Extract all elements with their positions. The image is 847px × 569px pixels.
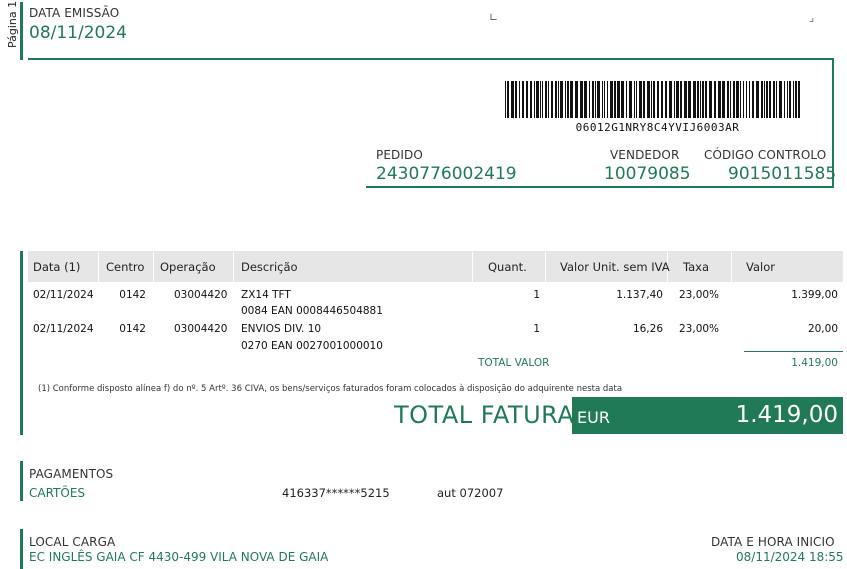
corner-mark-right: ⌟ bbox=[809, 11, 815, 24]
loading-accent-bar bbox=[20, 529, 23, 569]
order-value: 2430776002419 bbox=[376, 164, 517, 184]
col-header-description: Descrição bbox=[241, 260, 298, 274]
column-separator bbox=[153, 252, 154, 282]
seller-value: 10079085 bbox=[604, 164, 691, 184]
col-header-center: Centro bbox=[106, 260, 145, 274]
payment-auth-code: aut 072007 bbox=[437, 486, 504, 500]
row2-operation: 03004420 bbox=[174, 323, 228, 335]
row2-rate: 23,00% bbox=[679, 323, 720, 335]
row1-unit-value: 1.137,40 bbox=[616, 289, 663, 301]
row1-rate: 23,00% bbox=[679, 289, 720, 301]
column-separator bbox=[731, 252, 732, 282]
col-header-operation: Operação bbox=[160, 260, 216, 274]
col-header-rate: Taxa bbox=[683, 260, 710, 274]
column-separator bbox=[545, 252, 546, 282]
row2-description: ENVIOS DIV. 10 bbox=[241, 323, 322, 335]
column-separator bbox=[472, 252, 473, 282]
issue-date-label: DATA EMISSÃO bbox=[29, 6, 120, 20]
col-header-value: Valor bbox=[746, 260, 775, 274]
page-number-label: Página 1 bbox=[6, 0, 19, 48]
payment-method: CARTÕES bbox=[29, 486, 86, 500]
control-code-value: 9015011585 bbox=[728, 164, 837, 184]
row2-date: 02/11/2024 bbox=[33, 323, 94, 335]
column-separator bbox=[233, 252, 234, 282]
barcode-text: 06012G1NRY8C4YVIJ6003AR bbox=[575, 121, 740, 134]
column-separator bbox=[98, 252, 99, 282]
row1-operation: 03004420 bbox=[174, 289, 228, 301]
total-value-label: TOTAL VALOR bbox=[478, 357, 550, 369]
loading-place-value: EC INGLÊS GAIA CF 4430-499 VILA NOVA DE … bbox=[29, 550, 329, 564]
issue-date-value: 08/11/2024 bbox=[29, 23, 127, 43]
loading-datetime-label: DATA E HORA INICIO bbox=[711, 535, 835, 549]
header-accent-bar bbox=[20, 2, 23, 60]
order-divider bbox=[366, 186, 834, 188]
invoice-total-amount: 1.419,00 bbox=[735, 402, 838, 428]
row1-description-sub: 0084 EAN 0008446504881 bbox=[241, 305, 383, 317]
row2-unit-value: 16,26 bbox=[632, 323, 663, 335]
row1-value: 1.399,00 bbox=[791, 289, 838, 301]
payments-accent-bar bbox=[20, 461, 23, 501]
col-header-unit-value: Valor Unit. sem IVA bbox=[560, 260, 670, 274]
table-accent-bar bbox=[20, 251, 23, 435]
col-header-date: Data (1) bbox=[33, 260, 81, 274]
seller-label: VENDEDOR bbox=[610, 148, 680, 162]
payments-title: PAGAMENTOS bbox=[29, 467, 114, 481]
row2-value: 20,00 bbox=[807, 323, 838, 335]
row1-center: 0142 bbox=[119, 289, 146, 301]
invoice-total-currency: EUR bbox=[577, 408, 610, 427]
invoice-total-label: TOTAL FATURA bbox=[394, 401, 575, 429]
payment-card-number: 416337******5215 bbox=[282, 486, 390, 500]
footnote: (1) Conforme disposto alínea f) do nº. 5… bbox=[38, 384, 623, 394]
col-header-quantity: Quant. bbox=[488, 260, 527, 274]
order-label: PEDIDO bbox=[376, 148, 423, 162]
row1-date: 02/11/2024 bbox=[33, 289, 94, 301]
barcode bbox=[505, 81, 800, 118]
row1-quantity: 1 bbox=[533, 289, 540, 301]
invoice-total-box: EUR 1.419,00 bbox=[572, 397, 843, 434]
header-divider bbox=[28, 58, 834, 60]
row2-description-sub: 0270 EAN 0027001000010 bbox=[241, 340, 383, 352]
row2-quantity: 1 bbox=[533, 323, 540, 335]
row2-center: 0142 bbox=[119, 323, 146, 335]
total-value-amount: 1.419,00 bbox=[791, 357, 838, 369]
control-code-label: CÓDIGO CONTROLO bbox=[704, 148, 827, 162]
corner-mark-left: ∟ bbox=[489, 11, 499, 24]
loading-place-label: LOCAL CARGA bbox=[29, 535, 116, 549]
table-header-row bbox=[28, 251, 843, 282]
loading-datetime-value: 08/11/2024 18:55 bbox=[736, 550, 844, 564]
total-value-rule bbox=[744, 351, 843, 352]
row1-description: ZX14 TFT bbox=[241, 289, 291, 301]
